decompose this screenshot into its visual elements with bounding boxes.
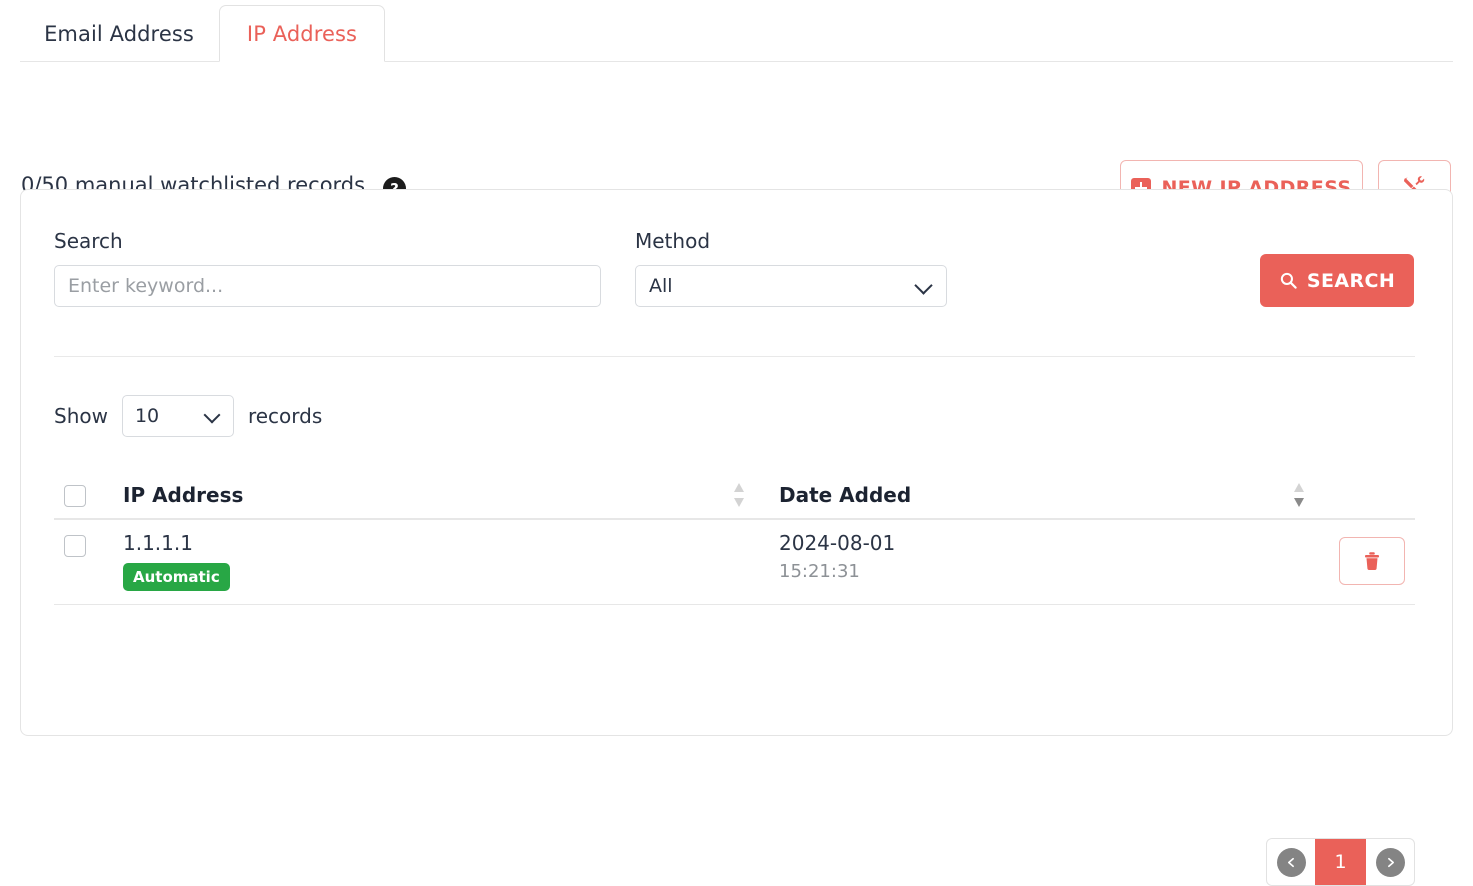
tab-ip-address[interactable]: IP Address bbox=[219, 5, 385, 62]
table-row: 1.1.1.1 Automatic 2024-08-01 15:21:31 bbox=[54, 520, 1415, 605]
cell-date-added: 2024-08-01 15:21:31 bbox=[779, 531, 1339, 583]
column-date-added-label: Date Added bbox=[779, 482, 912, 507]
pagination-previous[interactable] bbox=[1267, 839, 1315, 885]
column-ip-address[interactable]: IP Address bbox=[123, 482, 779, 507]
search-button[interactable]: SEARCH bbox=[1260, 254, 1414, 307]
filters-divider bbox=[54, 356, 1415, 357]
trash-icon bbox=[1365, 552, 1379, 570]
pagination-page-1[interactable]: 1 bbox=[1315, 839, 1366, 885]
watchlist-card: Search Method All SEARCH Show 10 records… bbox=[20, 189, 1453, 886]
pagination: 1 bbox=[1266, 838, 1415, 886]
method-select-value: All bbox=[649, 275, 673, 297]
table-header-row: IP Address Date Added bbox=[54, 471, 1415, 520]
column-date-added[interactable]: Date Added bbox=[779, 482, 1339, 507]
sort-ip-address-icon[interactable] bbox=[734, 482, 745, 507]
row-select-checkbox[interactable] bbox=[64, 535, 86, 557]
date-added-value: 2024-08-01 bbox=[779, 531, 896, 555]
chevron-right-circle-icon bbox=[1375, 847, 1405, 877]
pagination-page-1-label: 1 bbox=[1334, 851, 1347, 873]
cell-ip-address: 1.1.1.1 Automatic bbox=[123, 532, 779, 591]
column-ip-address-label: IP Address bbox=[123, 482, 244, 507]
page-length-control: Show 10 records bbox=[54, 395, 322, 437]
select-all-cell bbox=[54, 482, 123, 507]
pagination-next[interactable] bbox=[1366, 839, 1414, 885]
method-label: Method bbox=[635, 229, 711, 253]
delete-row-button[interactable] bbox=[1339, 537, 1405, 585]
search-label: Search bbox=[54, 229, 123, 253]
page-header: 0/50 manual watchlisted records. ? NEW I… bbox=[0, 62, 1473, 215]
search-input[interactable] bbox=[54, 265, 601, 307]
chevron-down-icon bbox=[203, 406, 221, 424]
watchlist-table: IP Address Date Added 1.1.1.1 Automatic bbox=[54, 471, 1415, 605]
row-select-cell bbox=[54, 532, 123, 557]
chevron-left-circle-icon bbox=[1276, 847, 1306, 877]
tab-email-address[interactable]: Email Address bbox=[22, 5, 216, 62]
chevron-down-icon bbox=[914, 276, 933, 295]
page-length-suffix: records bbox=[247, 404, 323, 428]
tab-email-address-label: Email Address bbox=[44, 21, 194, 46]
time-added-value: 15:21:31 bbox=[779, 561, 860, 582]
method-select[interactable]: All bbox=[635, 265, 947, 307]
page-length-value: 10 bbox=[134, 405, 160, 427]
ip-address-value: 1.1.1.1 bbox=[123, 531, 193, 555]
page-length-select[interactable]: 10 bbox=[121, 395, 234, 437]
tab-ip-address-label: IP Address bbox=[246, 21, 358, 46]
sort-date-added-icon[interactable] bbox=[1294, 482, 1305, 507]
select-all-checkbox[interactable] bbox=[64, 485, 86, 507]
search-button-label: SEARCH bbox=[1306, 269, 1396, 292]
page-length-prefix: Show bbox=[54, 404, 108, 428]
search-icon bbox=[1280, 272, 1297, 289]
cell-actions bbox=[1339, 532, 1417, 585]
method-badge: Automatic bbox=[123, 563, 230, 591]
tab-bar: Email Address IP Address bbox=[0, 0, 1473, 62]
